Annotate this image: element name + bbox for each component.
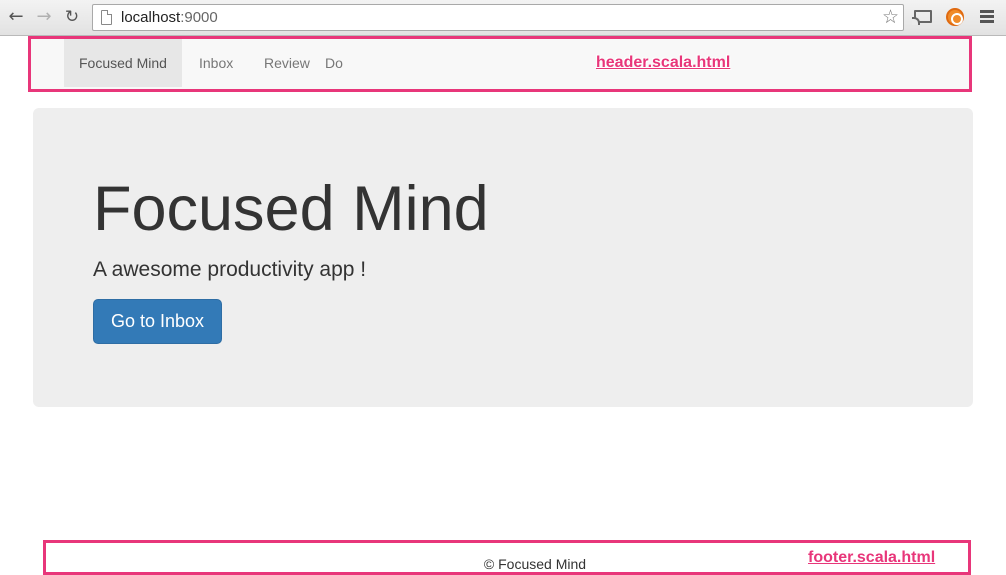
go-to-inbox-button[interactable]: Go to Inbox — [93, 299, 222, 344]
browser-toolbar: ← → ↻ localhost:9000 ☆ — [0, 0, 1006, 36]
page-subtitle: A awesome productivity app ! — [93, 258, 367, 281]
jumbotron: Focused Mind A awesome productivity app … — [33, 108, 973, 407]
back-icon[interactable]: ← — [6, 7, 26, 27]
extension-icon[interactable] — [946, 8, 964, 26]
star-icon[interactable]: ☆ — [882, 6, 899, 28]
cast-icon[interactable] — [912, 10, 932, 25]
navbar: Focused Mind Inbox Review Do — [30, 38, 971, 90]
hamburger-menu-icon[interactable] — [980, 10, 994, 24]
header-annotation-label: header.scala.html — [596, 54, 731, 71]
footer-annotation-label: footer.scala.html — [808, 549, 936, 566]
address-bar[interactable]: localhost:9000 ☆ — [92, 4, 904, 31]
navbar-brand[interactable]: Focused Mind — [64, 39, 182, 87]
page-title: Focused Mind — [93, 174, 489, 244]
nav-item-do[interactable]: Do — [310, 39, 358, 87]
reload-icon[interactable]: ↻ — [62, 7, 82, 27]
nav-item-inbox[interactable]: Inbox — [184, 39, 248, 87]
forward-icon[interactable]: → — [34, 7, 54, 27]
url-text[interactable]: localhost:9000 — [121, 9, 218, 26]
url-host: localhost — [121, 9, 181, 26]
url-port: :9000 — [180, 9, 218, 26]
page-icon — [101, 10, 112, 25]
